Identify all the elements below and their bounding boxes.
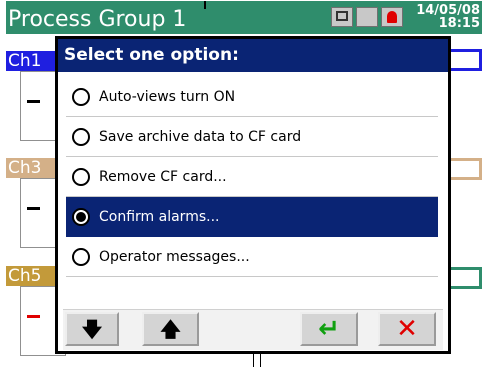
radio-button[interactable] <box>72 88 90 106</box>
move-down-button[interactable]: 🡇 <box>65 312 119 346</box>
title-bar: Process Group 1 14/05/08 18:15 <box>6 1 482 34</box>
cancel-button[interactable]: ✕ <box>378 312 436 346</box>
option-operator-messages[interactable]: Operator messages... <box>66 237 438 277</box>
options-dialog: Select one option: Auto-views turn ON Sa… <box>55 36 451 354</box>
radio-button[interactable] <box>72 248 90 266</box>
option-label: Save archive data to CF card <box>99 129 302 145</box>
close-icon: ✕ <box>396 314 418 344</box>
radio-button-selected[interactable] <box>72 208 90 226</box>
option-save-archive[interactable]: Save archive data to CF card <box>66 117 438 157</box>
option-label: Remove CF card... <box>99 169 227 185</box>
enter-icon: ↵ <box>318 314 340 344</box>
date-time: 14/05/08 18:15 <box>406 4 480 30</box>
channel-1-dash <box>27 100 40 103</box>
confirm-button[interactable]: ↵ <box>300 312 358 346</box>
radio-button[interactable] <box>72 168 90 186</box>
channel-3-dash <box>27 207 40 210</box>
dialog-title: Select one option: <box>58 39 448 72</box>
option-label: Operator messages... <box>99 249 250 265</box>
dialog-toolbar: 🡇 🡅 ↵ ✕ <box>63 309 443 350</box>
group-title: Process Group 1 <box>8 7 187 32</box>
option-remove-cf-card[interactable]: Remove CF card... <box>66 157 438 197</box>
option-label: Auto-views turn ON <box>99 89 236 105</box>
arrow-up-icon: 🡅 <box>160 317 181 341</box>
alarm-bell-icon[interactable] <box>381 7 403 27</box>
radio-button[interactable] <box>72 128 90 146</box>
channel-5-dash <box>27 315 40 318</box>
option-label: Confirm alarms... <box>99 209 220 225</box>
option-confirm-alarms[interactable]: Confirm alarms... <box>66 197 438 237</box>
display-icon[interactable] <box>331 7 353 27</box>
time-text: 18:15 <box>438 16 480 31</box>
blank-icon[interactable] <box>356 7 378 27</box>
arrow-down-icon: 🡇 <box>81 317 103 341</box>
option-auto-views[interactable]: Auto-views turn ON <box>66 77 438 117</box>
move-up-button[interactable]: 🡅 <box>142 312 199 346</box>
divider-tick <box>204 1 206 9</box>
